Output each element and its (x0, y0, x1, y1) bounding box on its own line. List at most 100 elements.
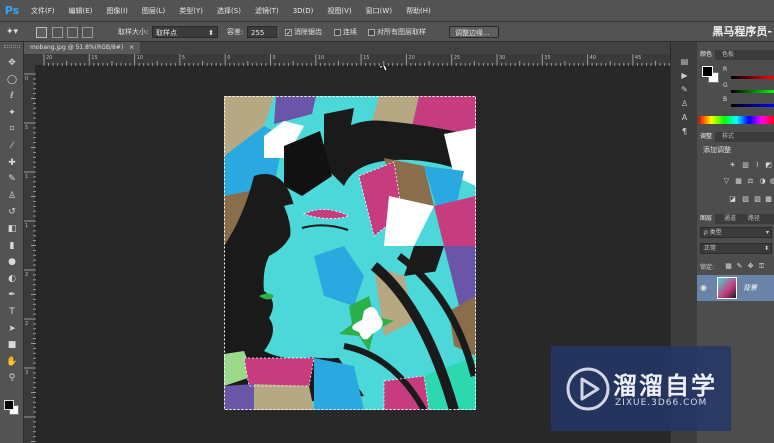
menu-window[interactable]: 窗口(W) (359, 6, 399, 16)
marquee-tool-icon[interactable]: ◯ (5, 73, 19, 87)
zoom-tool-icon[interactable]: ⚲ (5, 371, 19, 385)
blue-slider[interactable] (731, 104, 774, 107)
blend-mode-value: 正常 (704, 245, 717, 252)
type-tool-icon[interactable]: T (5, 305, 19, 319)
menu-view[interactable]: 视图(V) (320, 6, 358, 16)
menu-3d[interactable]: 3D(D) (286, 7, 321, 15)
tab-layers[interactable]: 图层 (697, 214, 716, 224)
levels-icon[interactable]: ▥ (742, 162, 749, 169)
refine-edge-button[interactable]: 调整边缘... (449, 26, 499, 38)
menu-select[interactable]: 选择(S) (210, 6, 248, 16)
tolerance-input[interactable]: 255 (247, 26, 277, 38)
lock-transparent-icon[interactable]: ▦ (725, 263, 732, 270)
paragraph-panel-icon[interactable]: ¶ (678, 126, 691, 137)
curves-icon[interactable]: ⌇ (754, 162, 761, 169)
toolbar-grip[interactable] (4, 45, 20, 48)
layer-row-background[interactable]: ◉ 背景 (697, 275, 774, 301)
invert-icon[interactable]: ◪ (729, 196, 736, 203)
tab-channels[interactable]: 通道 (721, 214, 739, 224)
blend-mode-select[interactable]: 正常 ⬍ (700, 243, 772, 254)
threshold-icon[interactable]: ▨ (754, 196, 761, 203)
tab-adjustments[interactable]: 调整 (697, 132, 716, 142)
magic-wand-tool-icon[interactable]: ✦ (5, 106, 19, 120)
hue-saturation-icon[interactable]: ▦ (735, 178, 742, 185)
lock-image-icon[interactable]: ✎ (736, 263, 743, 270)
all-layers-checkbox[interactable]: 对所有图层取样 (368, 26, 426, 38)
brightness-contrast-icon[interactable]: ☀ (729, 162, 736, 169)
actions-panel-icon[interactable]: ▶ (678, 70, 691, 81)
pen-tool-icon[interactable]: ✒ (5, 288, 19, 302)
tab-paths[interactable]: 路径 (745, 214, 763, 224)
menu-file[interactable]: 文件(F) (24, 6, 62, 16)
ruler-h-label: 45 (634, 55, 642, 61)
channel-r-label: R (723, 66, 728, 73)
menu-type[interactable]: 类型(Y) (172, 6, 210, 16)
foreground-color-swatch[interactable] (702, 66, 713, 77)
layer-filter-value: ρ 类型 (704, 229, 722, 236)
ruler-origin[interactable] (24, 54, 36, 66)
chevron-updown-icon: ⬍ (763, 245, 769, 252)
document-artwork[interactable] (224, 96, 476, 410)
ruler-h-label: 5 (181, 55, 186, 61)
crop-tool-icon[interactable]: ⌗ (5, 122, 19, 136)
brush-tool-icon[interactable]: ✎ (5, 172, 19, 186)
vibrance-icon[interactable]: ▽ (723, 178, 730, 185)
toolbar-foreground-swatch[interactable] (4, 400, 14, 410)
path-selection-tool-icon[interactable]: ➤ (5, 322, 19, 336)
brush-panel-icon[interactable]: ✎ (678, 84, 691, 95)
new-selection-icon[interactable] (36, 27, 47, 38)
shape-tool-icon[interactable]: ■ (5, 338, 19, 352)
add-to-selection-icon[interactable] (52, 27, 63, 38)
healing-brush-tool-icon[interactable]: ✚ (5, 156, 19, 170)
horizontal-ruler[interactable]: 201510505101520253035404550 (36, 54, 687, 66)
contiguous-check-icon (334, 28, 341, 36)
chevron-down-icon: ⬍ (208, 29, 214, 37)
current-tool-magic-wand-icon[interactable]: ✦▾ (6, 26, 18, 38)
color-balance-icon[interactable]: ⚖ (747, 178, 754, 185)
menu-layer[interactable]: 图层(L) (135, 6, 172, 16)
photo-filter-icon[interactable]: ◍ (769, 178, 774, 185)
clone-stamp-tool-icon[interactable]: ♙ (5, 189, 19, 203)
eraser-tool-icon[interactable]: ◧ (5, 222, 19, 236)
red-slider[interactable] (731, 76, 774, 79)
vertical-ruler[interactable]: 0 5 1 1 2 2 3 (24, 66, 36, 443)
visibility-eye-icon[interactable]: ◉ (700, 283, 707, 292)
black-white-icon[interactable]: ◑ (759, 178, 766, 185)
history-panel-icon[interactable]: ▤ (678, 56, 691, 67)
layer-filter-select[interactable]: ρ 类型 ▾ (700, 227, 772, 238)
menu-edit[interactable]: 编辑(E) (62, 6, 100, 16)
tab-color[interactable]: 颜色 (697, 50, 716, 60)
intersect-selection-icon[interactable] (82, 27, 93, 38)
lock-position-icon[interactable]: ✥ (747, 263, 754, 270)
posterize-icon[interactable]: ▧ (742, 196, 749, 203)
move-tool-icon[interactable]: ✥ (5, 56, 19, 70)
menu-bar: Ps 文件(F) 编辑(E) 图像(I) 图层(L) 类型(Y) 选择(S) 滤… (0, 0, 774, 22)
clone-source-panel-icon[interactable]: ♙ (678, 98, 691, 109)
gradient-tool-icon[interactable]: ▮ (5, 239, 19, 253)
green-slider[interactable] (731, 90, 774, 93)
layer-thumbnail (717, 277, 737, 299)
document-tab[interactable]: mobang.jpg @ 51.8%(RGB/8#) × (24, 42, 141, 54)
tab-styles[interactable]: 样式 (719, 132, 737, 142)
close-icon[interactable]: × (129, 44, 134, 51)
menu-filter[interactable]: 滤镜(T) (248, 6, 286, 16)
menu-image[interactable]: 图像(I) (99, 6, 135, 16)
gradient-map-icon[interactable]: ▩ (765, 196, 772, 203)
options-bar: ✦▾ 取样大小: 取样点 ⬍ 容差: 255 消除锯齿 连续 对所有图层取样 调… (0, 22, 774, 42)
antialias-checkbox[interactable]: 消除锯齿 (285, 26, 322, 39)
dodge-tool-icon[interactable]: ◐ (5, 272, 19, 286)
lasso-tool-icon[interactable]: ℓ (5, 89, 19, 103)
color-spectrum-bar[interactable] (699, 116, 774, 124)
history-brush-tool-icon[interactable]: ↺ (5, 205, 19, 219)
lock-all-icon[interactable]: ⚿ (758, 263, 765, 270)
subtract-from-selection-icon[interactable] (67, 27, 78, 38)
contiguous-checkbox[interactable]: 连续 (334, 26, 357, 38)
sample-size-select[interactable]: 取样点 ⬍ (152, 26, 218, 38)
menu-help[interactable]: 帮助(H) (399, 6, 438, 16)
tab-swatches[interactable]: 色板 (719, 50, 737, 60)
eyedropper-tool-icon[interactable]: ⁄ (5, 139, 19, 153)
blur-tool-icon[interactable]: ● (5, 255, 19, 269)
exposure-icon[interactable]: ◩ (765, 162, 772, 169)
hand-tool-icon[interactable]: ✋ (5, 355, 19, 369)
character-panel-icon[interactable]: A (678, 112, 691, 123)
